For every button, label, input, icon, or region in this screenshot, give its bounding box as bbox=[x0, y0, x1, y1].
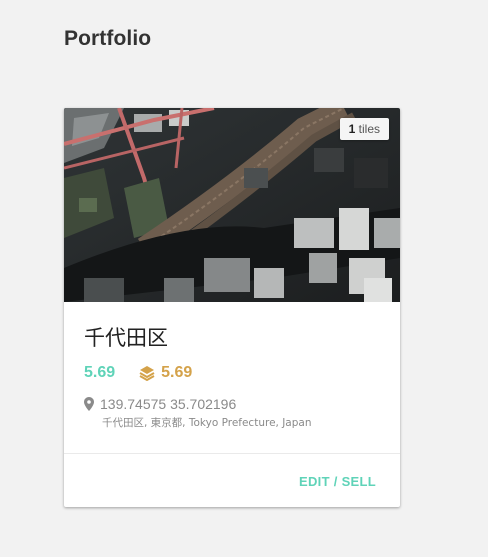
tiles-count: 1 bbox=[348, 122, 356, 136]
property-price: 5.69 bbox=[84, 364, 116, 381]
edit-sell-button[interactable]: EDIT / SELL bbox=[299, 474, 376, 489]
property-name[interactable]: 千代田区 bbox=[84, 324, 380, 352]
layers-icon bbox=[139, 366, 155, 381]
page-title: Portfolio bbox=[64, 27, 152, 50]
tiles-count-badge: 1 tiles bbox=[339, 118, 389, 140]
card-divider bbox=[64, 453, 400, 454]
property-card[interactable]: 1 tiles 千代田区 5.69 5.69 139.74575 35.7021… bbox=[64, 108, 400, 507]
layers-stat: 5.69 bbox=[139, 364, 192, 382]
coordinates: 139.74575 35.702196 bbox=[100, 396, 237, 412]
address: 千代田区, 東京都, Tokyo Prefecture, Japan bbox=[102, 417, 312, 429]
location-row: 139.74575 35.702196 bbox=[84, 396, 380, 412]
property-stats: 5.69 5.69 bbox=[84, 362, 380, 384]
tiles-label: tiles bbox=[358, 122, 380, 136]
map-pin-icon bbox=[84, 397, 94, 411]
layers-value: 5.69 bbox=[161, 364, 193, 381]
card-body: 千代田区 5.69 5.69 139.74575 35.702196 千代田区,… bbox=[84, 302, 380, 430]
